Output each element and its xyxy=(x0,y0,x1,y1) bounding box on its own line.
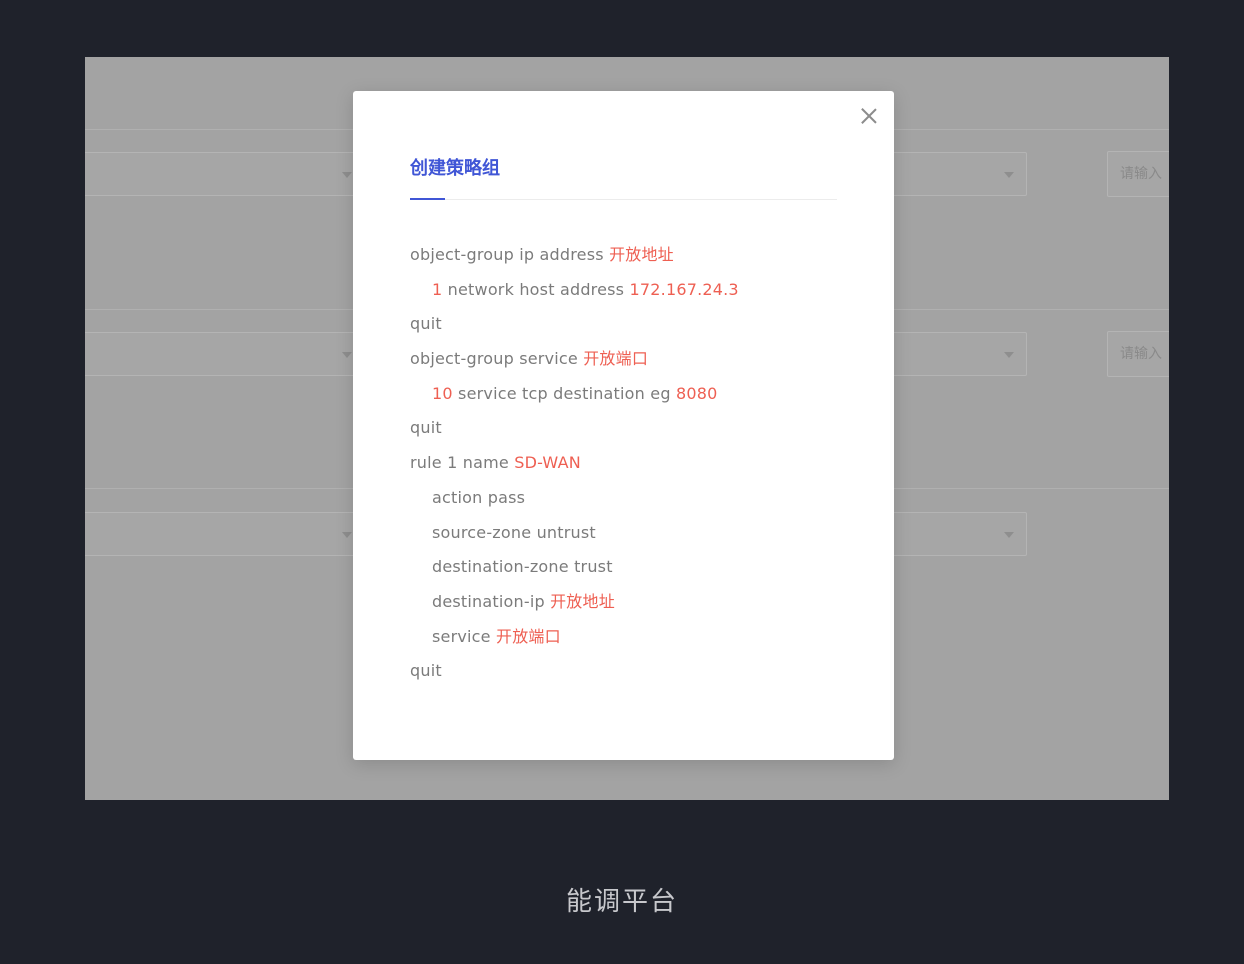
code-keyword: object-group service xyxy=(410,349,584,369)
code-keyword: action pass xyxy=(432,487,526,507)
chevron-down-icon xyxy=(342,532,352,538)
code-line: service 开放端口 xyxy=(410,620,850,655)
code-value: 开放地址 xyxy=(609,245,674,264)
code-line: source-zone untrust xyxy=(410,516,850,551)
code-keyword: service tcp destination eg xyxy=(452,383,676,403)
modal-tabs: 创建策略组 xyxy=(410,155,837,200)
chevron-down-icon xyxy=(342,172,352,178)
code-line: destination-zone trust xyxy=(410,550,850,585)
code-keyword: quit xyxy=(410,418,442,438)
create-policy-group-modal: 创建策略组 object-group ip address 开放地址 1 netw… xyxy=(353,91,894,760)
chevron-down-icon xyxy=(1004,532,1014,538)
code-line: quit xyxy=(410,307,850,342)
close-icon[interactable] xyxy=(860,107,878,125)
code-value: 开放端口 xyxy=(583,349,649,369)
code-value: 10 xyxy=(432,383,453,403)
code-keyword: destination-ip xyxy=(432,591,551,611)
code-line: 1 network host address 172.167.24.3 xyxy=(410,273,850,308)
background-select xyxy=(85,332,365,376)
code-value: 8080 xyxy=(675,383,718,403)
code-keyword: service xyxy=(432,626,496,646)
code-keyword: rule 1 name xyxy=(410,453,515,473)
code-line: object-group service 开放端口 xyxy=(410,342,850,377)
code-value: 1 xyxy=(432,279,443,299)
code-value: 开放地址 xyxy=(550,591,615,611)
code-keyword: object-group ip address xyxy=(410,245,610,264)
background-input: 请输入 xyxy=(1107,331,1169,377)
code-keyword: source-zone untrust xyxy=(432,522,596,542)
code-keyword: network host address xyxy=(442,279,630,299)
background-select xyxy=(875,152,1027,196)
chevron-down-icon xyxy=(1004,172,1014,178)
code-line: rule 1 name SD-WAN xyxy=(410,446,850,481)
code-value: 开放端口 xyxy=(496,626,561,646)
background-select xyxy=(85,512,365,556)
background-select xyxy=(85,152,365,196)
code-line: quit xyxy=(410,654,850,689)
code-line: quit xyxy=(410,411,850,446)
code-line: 10 service tcp destination eg 8080 xyxy=(410,377,850,412)
code-line: destination-ip 开放地址 xyxy=(410,585,850,620)
code-line: object-group ip address 开放地址 xyxy=(410,238,850,273)
background-select xyxy=(875,512,1027,556)
tab-active-indicator xyxy=(410,198,445,200)
code-keyword: quit xyxy=(410,314,442,334)
chevron-down-icon xyxy=(1004,352,1014,358)
code-value: SD-WAN xyxy=(514,453,581,473)
code-keyword: destination-zone trust xyxy=(432,557,613,577)
chevron-down-icon xyxy=(342,352,352,358)
policy-config-code: object-group ip address 开放地址 1 network ho… xyxy=(410,238,850,689)
platform-caption: 能调平台 xyxy=(565,887,678,917)
code-value: 172.167.24.3 xyxy=(629,279,739,299)
tab-create-policy-group[interactable]: 创建策略组 xyxy=(410,155,500,183)
background-select xyxy=(875,332,1027,376)
code-keyword: quit xyxy=(410,661,442,681)
code-line: action pass xyxy=(410,481,850,516)
background-input: 请输入 xyxy=(1107,151,1169,197)
